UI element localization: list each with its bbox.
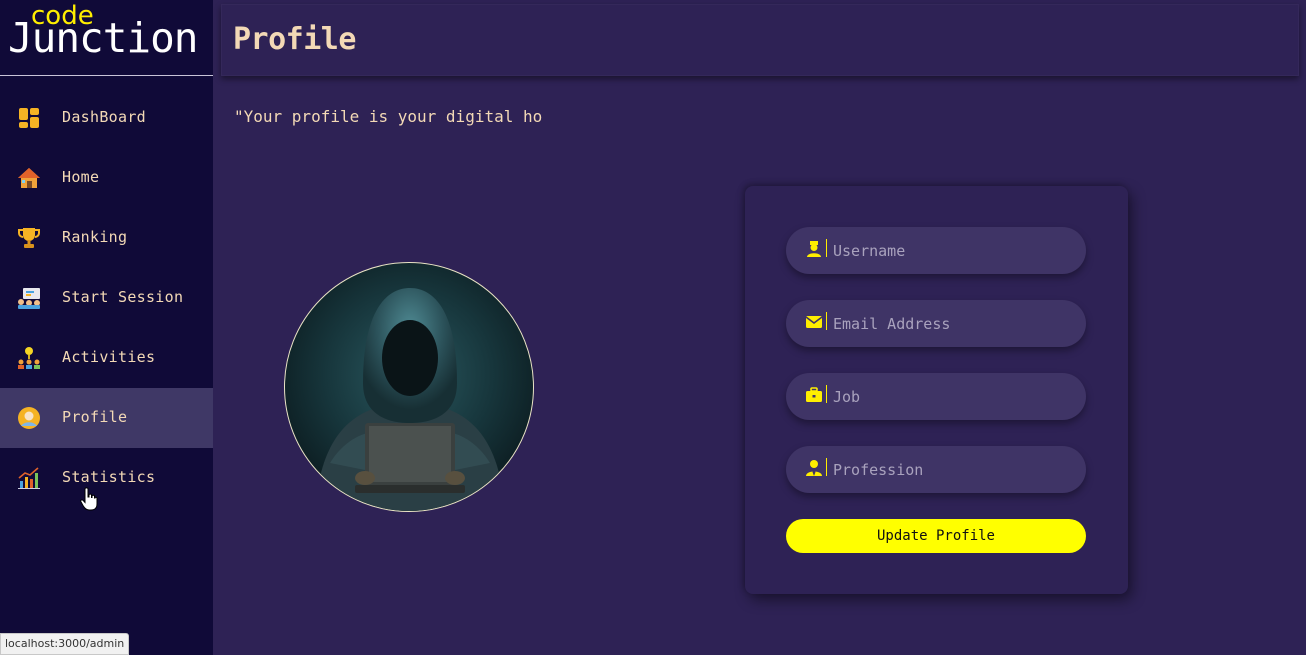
sidebar-item-statistics[interactable]: Statistics bbox=[0, 448, 213, 508]
sidebar-item-label: Statistics bbox=[62, 468, 156, 486]
envelope-icon bbox=[805, 316, 823, 328]
job-input[interactable] bbox=[833, 373, 1073, 420]
email-input[interactable] bbox=[833, 300, 1073, 347]
profile-icon bbox=[18, 407, 40, 429]
sidebar-item-label: Profile bbox=[62, 408, 128, 426]
user-tie-icon bbox=[806, 460, 822, 476]
profession-field[interactable] bbox=[786, 446, 1086, 493]
sidebar-item-profile[interactable]: Profile bbox=[0, 388, 213, 448]
sidebar-item-label: Home bbox=[62, 168, 100, 186]
field-divider bbox=[826, 239, 827, 257]
avatar[interactable] bbox=[284, 262, 534, 512]
chart-icon bbox=[18, 467, 40, 489]
session-icon bbox=[18, 288, 40, 309]
hooded-figure-image bbox=[315, 288, 505, 511]
logo-code-text: code bbox=[31, 1, 94, 31]
house-icon bbox=[18, 168, 40, 188]
profession-input[interactable] bbox=[833, 446, 1073, 493]
sidebar-item-dashboard[interactable]: DashBoard bbox=[0, 88, 213, 148]
update-profile-button[interactable]: Update Profile bbox=[786, 519, 1086, 553]
browser-status-bar: localhost:3000/admin bbox=[0, 633, 130, 655]
app-logo[interactable]: Junction code bbox=[0, 0, 213, 76]
username-field[interactable] bbox=[786, 227, 1086, 274]
page-header: Profile bbox=[221, 4, 1299, 76]
username-input[interactable] bbox=[833, 227, 1073, 274]
field-divider bbox=[826, 385, 827, 403]
field-divider bbox=[826, 458, 827, 476]
email-field[interactable] bbox=[786, 300, 1086, 347]
sidebar-item-label: DashBoard bbox=[62, 108, 146, 126]
sidebar-item-label: Activities bbox=[62, 348, 156, 366]
sidebar-item-label: Start Session bbox=[62, 288, 184, 306]
sidebar-item-label: Ranking bbox=[62, 228, 128, 246]
sidebar-nav: DashBoard Home Ranking Start Session Act… bbox=[0, 88, 213, 508]
profile-quote: "Your profile is your digital ho bbox=[234, 107, 543, 126]
activities-icon bbox=[18, 347, 40, 369]
sidebar-item-activities[interactable]: Activities bbox=[0, 328, 213, 388]
hand-cursor-icon bbox=[80, 487, 98, 511]
profile-form-card: Update Profile bbox=[745, 186, 1128, 594]
sidebar: Junction code DashBoard Home Ranking Sta… bbox=[0, 0, 213, 655]
field-divider bbox=[826, 312, 827, 330]
trophy-icon bbox=[18, 228, 40, 248]
page-title: Profile bbox=[233, 22, 356, 57]
sidebar-item-home[interactable]: Home bbox=[0, 148, 213, 208]
briefcase-icon bbox=[806, 387, 822, 402]
dashboard-icon bbox=[19, 108, 39, 128]
sidebar-item-ranking[interactable]: Ranking bbox=[0, 208, 213, 268]
user-icon bbox=[807, 241, 821, 257]
sidebar-item-start-session[interactable]: Start Session bbox=[0, 268, 213, 328]
job-field[interactable] bbox=[786, 373, 1086, 420]
